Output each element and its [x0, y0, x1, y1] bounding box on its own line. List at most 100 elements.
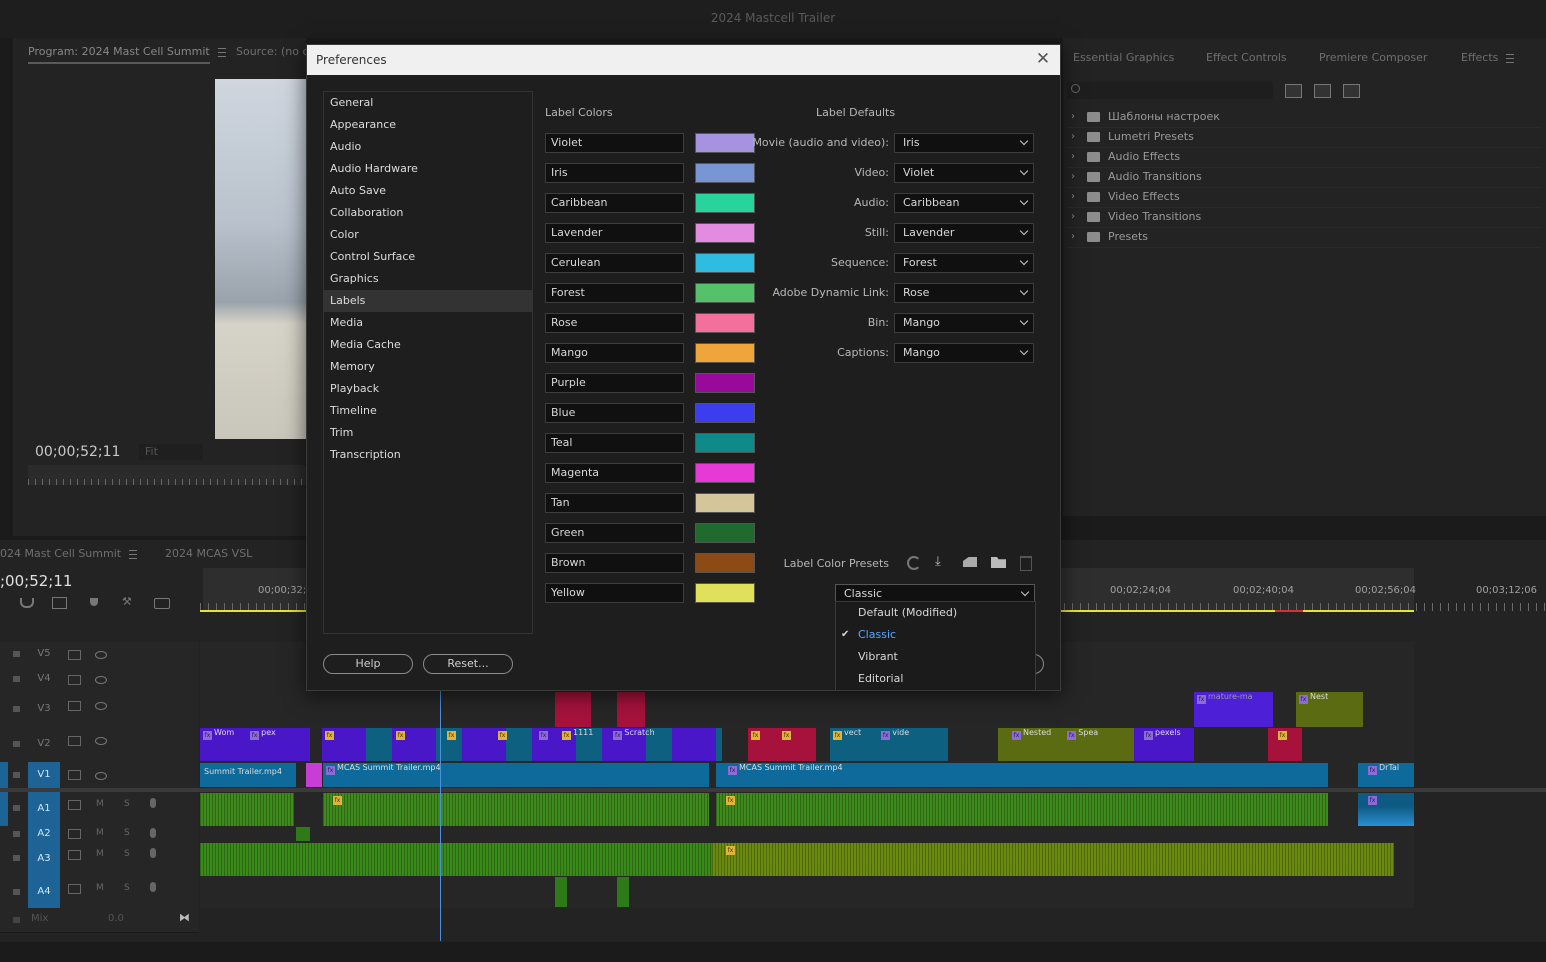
source-patch-v1[interactable] — [0, 762, 8, 788]
lock-icon[interactable] — [13, 855, 20, 861]
label-color-swatch[interactable] — [695, 283, 755, 303]
source-monitor-tab[interactable]: Source: (no cl — [236, 45, 312, 58]
eye-icon[interactable] — [95, 651, 107, 659]
label-color-name-field[interactable]: Blue — [545, 403, 684, 423]
clip-v3-nest[interactable]: fx Nest — [1296, 692, 1363, 727]
label-color-name-field[interactable]: Brown — [545, 553, 684, 573]
eye-icon[interactable] — [95, 772, 107, 780]
label-color-swatch[interactable] — [695, 463, 755, 483]
mute-button[interactable]: M — [96, 883, 104, 893]
linked-selection-icon[interactable] — [52, 597, 67, 609]
track-header-a4[interactable]: A4 M S — [0, 876, 199, 909]
panel-menu-icon[interactable] — [217, 47, 226, 57]
clip-v3[interactable] — [617, 692, 645, 727]
clip-v3-mature[interactable]: fx mature-ma — [1194, 692, 1273, 727]
label-color-name-field[interactable]: Purple — [545, 373, 684, 393]
sync-lock-icon[interactable] — [68, 650, 81, 660]
lock-icon[interactable] — [13, 805, 20, 811]
default-select-audio[interactable]: Caribbean — [894, 193, 1034, 213]
microphone-icon[interactable] — [150, 798, 156, 808]
effects-tree-item[interactable]: › Audio Effects — [1067, 147, 1541, 168]
effects-tree-item[interactable]: › Presets — [1067, 227, 1541, 248]
solo-button[interactable]: S — [124, 849, 130, 859]
lock-icon[interactable] — [13, 831, 20, 837]
tab-essential-graphics[interactable]: Essential Graphics — [1073, 51, 1174, 64]
yuv-effects-icon[interactable] — [1343, 84, 1360, 98]
label-color-swatch[interactable] — [695, 163, 755, 183]
nav-item-collaboration[interactable]: Collaboration — [324, 202, 532, 224]
audio-clip-a4[interactable] — [617, 877, 629, 907]
wrench-icon[interactable]: ⚒ — [122, 596, 134, 608]
effects-tree-item[interactable]: › Lumetri Presets — [1067, 127, 1541, 148]
lock-icon[interactable] — [13, 889, 20, 895]
clip-v1[interactable]: fx DrTal — [1358, 763, 1414, 787]
preset-option-classic[interactable]: ✔ Classic — [836, 624, 1035, 646]
label-color-swatch[interactable] — [695, 313, 755, 333]
nav-item-transcription[interactable]: Transcription — [324, 444, 532, 466]
playhead-line[interactable] — [440, 689, 441, 941]
label-color-name-field[interactable]: Yellow — [545, 583, 684, 603]
go-to-end-icon[interactable]: ⧓ — [179, 911, 190, 924]
clip-v1[interactable]: fx MCAS Summit Trailer.mp4 — [716, 763, 1328, 787]
label-color-name-field[interactable]: Tan — [545, 493, 684, 513]
solo-button[interactable]: S — [124, 883, 130, 893]
zoom-select[interactable]: Fit — [139, 444, 203, 460]
nav-item-graphics[interactable]: Graphics — [324, 268, 532, 290]
label-color-swatch[interactable] — [695, 403, 755, 423]
help-button[interactable]: Help — [323, 654, 413, 674]
label-color-swatch[interactable] — [695, 343, 755, 363]
solo-button[interactable]: S — [124, 799, 130, 809]
microphone-icon[interactable] — [150, 828, 156, 838]
label-color-swatch[interactable] — [695, 373, 755, 393]
clip-v2[interactable]: fx — [1268, 728, 1302, 761]
track-header-a3[interactable]: A3 M S — [0, 842, 199, 877]
tab-effects[interactable]: Effects — [1461, 51, 1515, 64]
timeline-menu-icon[interactable] — [129, 549, 138, 559]
nav-item-audio[interactable]: Audio — [324, 136, 532, 158]
tab-premiere-composer[interactable]: Premiere Composer — [1319, 51, 1427, 64]
mute-button[interactable]: M — [96, 828, 104, 838]
label-color-swatch[interactable] — [695, 193, 755, 213]
nav-item-media-cache[interactable]: Media Cache — [324, 334, 532, 356]
sync-lock-icon[interactable] — [68, 829, 81, 839]
lock-icon[interactable] — [13, 772, 20, 778]
effects-panel-menu-icon[interactable] — [1506, 53, 1515, 63]
nav-item-playback[interactable]: Playback — [324, 378, 532, 400]
effects-tree-item[interactable]: › Шаблоны настроек — [1067, 107, 1541, 128]
label-color-name-field[interactable]: Cerulean — [545, 253, 684, 273]
track-header-a2[interactable]: A2 M S — [0, 826, 199, 843]
track-header-v5[interactable]: V5 — [0, 642, 199, 668]
sync-lock-icon[interactable] — [68, 675, 81, 685]
program-scrubber[interactable] — [28, 465, 306, 485]
import-icon[interactable]: ⤓ — [935, 555, 949, 569]
mute-button[interactable]: M — [96, 849, 104, 859]
audio-clip-a1[interactable]: fx — [716, 793, 1328, 826]
folder-icon[interactable] — [991, 557, 1006, 568]
clip-v2[interactable]: fx fx fx fx fx fx 1111 fx Scratch — [322, 728, 722, 761]
clip-v2[interactable]: fx Nested fx Spea — [998, 728, 1134, 761]
eye-icon[interactable] — [95, 737, 107, 745]
audio-clip-a1[interactable] — [200, 793, 294, 826]
sync-lock-icon[interactable] — [68, 800, 81, 810]
nav-item-color[interactable]: Color — [324, 224, 532, 246]
default-select-video[interactable]: Violet — [894, 163, 1034, 183]
label-color-name-field[interactable]: Rose — [545, 313, 684, 333]
label-color-name-field[interactable]: Forest — [545, 283, 684, 303]
sync-lock-icon[interactable] — [68, 736, 81, 746]
label-color-swatch[interactable] — [695, 133, 755, 153]
preset-option-default[interactable]: Default (Modified) — [836, 602, 1035, 624]
nav-item-memory[interactable]: Memory — [324, 356, 532, 378]
timeline-tab-mcas-vsl[interactable]: 2024 MCAS VSL — [165, 547, 252, 560]
source-patch-a1[interactable] — [0, 792, 8, 826]
clip-v3[interactable] — [555, 692, 591, 727]
label-color-name-field[interactable]: Green — [545, 523, 684, 543]
default-select-sequence[interactable]: Forest — [894, 253, 1034, 273]
label-color-name-field[interactable]: Violet — [545, 133, 684, 153]
lock-icon[interactable] — [13, 676, 20, 682]
clip-v1-adjust[interactable] — [306, 763, 322, 787]
microphone-icon[interactable] — [150, 848, 156, 858]
default-select-movie[interactable]: Iris — [894, 133, 1034, 153]
snap-icon[interactable] — [20, 598, 34, 608]
audio-clip-a3[interactable]: fx — [712, 843, 1394, 876]
effects-tree-item[interactable]: › Audio Transitions — [1067, 167, 1541, 188]
